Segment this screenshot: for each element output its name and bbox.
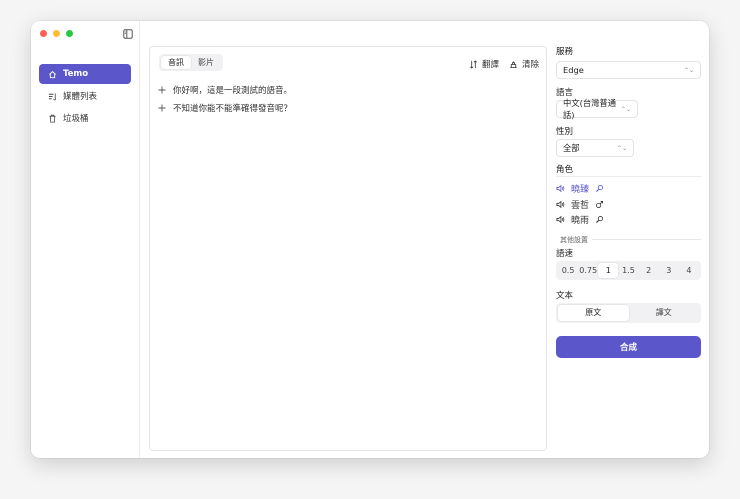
settings-panel: 服務 Edge ⌃⌄ 語言 中文(台灣普通話) ⌃⌄ 性別 全部 ⌃⌄ 角色 曉… [556,45,701,358]
chevron-updown-icon: ⌃⌄ [683,66,694,74]
window-controls [40,30,73,37]
speaker-icon [556,185,565,193]
speed-option-2[interactable]: 2 [639,263,659,278]
role-name: 曉臻 [571,185,590,196]
role-label: 角色 [556,163,701,177]
divider-line [592,239,701,240]
plus-icon[interactable] [158,104,166,112]
media-list-icon [48,92,56,100]
service-label: 服務 [556,47,574,57]
line-text[interactable]: 不知道你能不能準確得發音呢？ [173,102,292,114]
sidebar: Temo 媒體列表 垃圾桶 [31,21,140,458]
female-symbol-icon [596,185,603,193]
chevron-updown-icon: ⌃⌄ [620,105,631,113]
sort-arrows-icon [470,59,477,69]
translate-button[interactable]: 翻譯 [469,58,499,70]
speed-option-0.5[interactable]: 0.5 [558,263,578,278]
role-name: 雲哲 [571,200,590,211]
plus-icon[interactable] [158,86,166,94]
language-select[interactable]: 中文(台灣普通話) ⌃⌄ [556,98,638,120]
text-lines: 你好啊，這是一段測試的語音。 不知道你能不能準確得發音呢？ [158,81,292,117]
sidebar-item-label: Temo [63,69,89,79]
media-type-tabs: 音訊 影片 [159,54,223,71]
list-item[interactable]: 你好啊，這是一段測試的語音。 [158,81,292,99]
speaker-icon [556,216,565,224]
speaker-icon [556,200,565,208]
trash-icon [49,114,56,123]
gender-label: 性別 [556,127,574,137]
editor-panel: 音訊 影片 翻譯 清除 你好啊，這是一段測試的語音。 不知道你能不能準確得發音呢… [149,46,547,451]
sidebar-item-temo[interactable]: Temo [39,64,131,84]
clear-button[interactable]: 清除 [509,58,539,70]
speed-option-4[interactable]: 4 [679,263,699,278]
speed-option-3[interactable]: 3 [659,263,679,278]
text-label: 文本 [556,290,574,301]
tab-translated-text[interactable]: 譯文 [629,305,700,321]
role-item-xiaoyu[interactable]: 曉雨 [556,212,701,228]
other-settings-divider: 其他設置 [560,235,701,245]
speed-selector: 0.5 0.75 1 1.5 2 3 4 [556,260,701,280]
speed-label: 語速 [556,248,574,259]
zoom-window-button[interactable] [66,30,73,37]
tab-audio[interactable]: 音訊 [161,56,191,69]
minimize-window-button[interactable] [53,30,60,37]
sidebar-nav: Temo 媒體列表 垃圾桶 [39,64,131,130]
list-item[interactable]: 不知道你能不能準確得發音呢？ [158,99,292,117]
speed-option-1.5[interactable]: 1.5 [618,263,638,278]
sidebar-toggle-icon[interactable] [123,29,133,39]
close-window-button[interactable] [40,30,47,37]
editor-actions: 翻譯 清除 [469,58,539,70]
gender-value: 全部 [563,143,580,153]
home-icon [49,70,56,78]
sidebar-item-label: 媒體列表 [63,92,98,102]
speed-option-0.75[interactable]: 0.75 [578,263,598,278]
chevron-updown-icon: ⌃⌄ [616,144,627,152]
app-window: Temo 媒體列表 垃圾桶 音訊 影片 翻譯 清除 你好啊，這是一段測試的語音。… [31,21,709,458]
speed-option-1[interactable]: 1 [598,262,619,278]
translate-label: 翻譯 [481,60,499,70]
text-type-tabs: 原文 譯文 [556,302,701,323]
clear-label: 清除 [521,60,539,70]
language-value: 中文(台灣普通話) [563,98,617,120]
service-value: Edge [563,65,584,75]
tab-video[interactable]: 影片 [191,56,221,69]
synthesize-button[interactable]: 合成 [556,335,701,358]
service-select[interactable]: Edge ⌃⌄ [556,61,701,79]
gender-select[interactable]: 全部 ⌃⌄ [556,139,634,157]
role-name: 曉雨 [571,216,590,227]
line-text[interactable]: 你好啊，這是一段測試的語音。 [173,84,292,96]
other-settings-label: 其他設置 [560,235,588,244]
sidebar-item-media-list[interactable]: 媒體列表 [39,86,131,106]
female-symbol-icon [596,216,603,224]
eraser-icon [510,60,517,68]
male-symbol-icon [596,200,604,208]
tab-original-text[interactable]: 原文 [558,304,629,321]
sidebar-item-label: 垃圾桶 [63,114,89,124]
role-list: 曉臻 雲哲 曉雨 [556,181,701,228]
role-item-xiaozhen[interactable]: 曉臻 [556,181,701,197]
sidebar-item-trash[interactable]: 垃圾桶 [39,108,131,128]
role-item-yunzhe[interactable]: 雲哲 [556,197,701,213]
